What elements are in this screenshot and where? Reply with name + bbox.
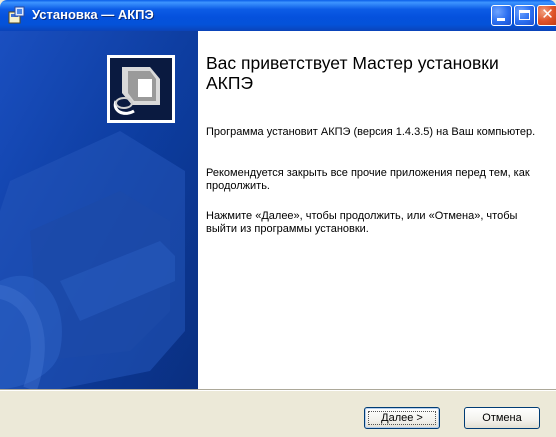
recommendation-text: Рекомендуется закрыть все прочие приложе… — [206, 167, 530, 192]
welcome-panel: Вас приветствует Мастер установки АКПЭ П… — [198, 31, 556, 389]
installer-window: Установка — АКПЭ ✕ Вас приветствует Маст… — [0, 0, 556, 437]
installer-icon — [8, 6, 25, 24]
minimize-icon — [497, 18, 505, 21]
window-title: Установка — АКПЭ — [32, 7, 154, 22]
close-button[interactable]: ✕ — [537, 5, 556, 26]
focus-rect — [368, 411, 436, 425]
close-icon: ✕ — [541, 5, 554, 23]
maximize-button[interactable] — [514, 5, 535, 26]
wizard-footer: Далее > Отмена — [0, 391, 556, 437]
cancel-button-label: Отмена — [482, 412, 522, 424]
title-bar[interactable]: Установка — АКПЭ ✕ — [0, 0, 556, 31]
intro-text: Программа установит АКПЭ (версия 1.4.3.5… — [206, 126, 536, 138]
setup-wizard-image — [0, 31, 198, 389]
instruction-text: Нажмите «Далее», чтобы продолжить, или «… — [206, 210, 518, 235]
page-title: Вас приветствует Мастер установки АКПЭ — [206, 53, 499, 93]
wizard-sidebar-image — [0, 31, 198, 389]
maximize-icon — [519, 10, 530, 20]
next-button[interactable]: Далее > — [364, 407, 440, 429]
cancel-button[interactable]: Отмена — [464, 407, 540, 429]
minimize-button[interactable] — [491, 5, 512, 26]
